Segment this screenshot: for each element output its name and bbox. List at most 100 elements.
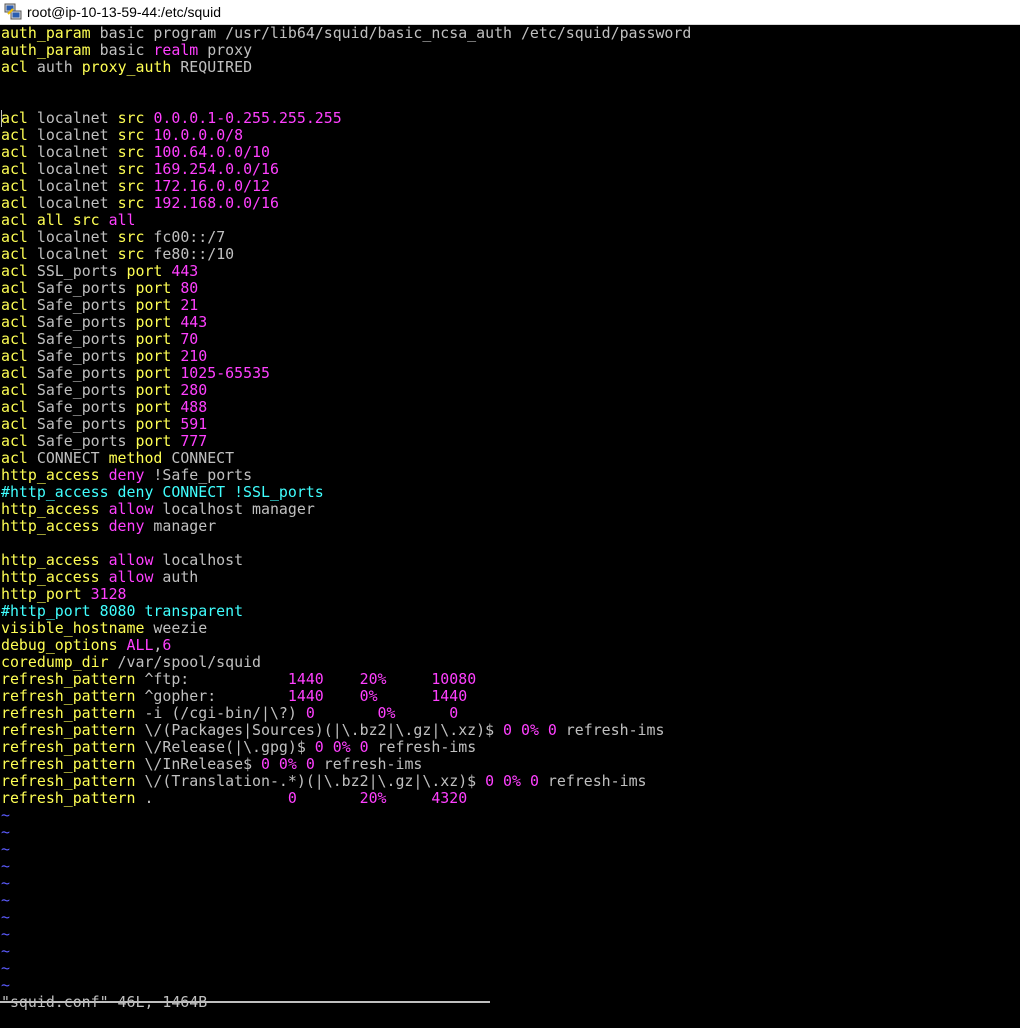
code-token: manager: [144, 517, 217, 535]
code-line: acl SSL_ports port 443: [1, 263, 1016, 280]
empty-line-tilde: ~: [1, 823, 10, 841]
code-token: refresh-ims: [368, 738, 477, 756]
code-token: 777: [180, 432, 208, 450]
code-line: debug_options ALL,6: [1, 637, 1016, 654]
code-token: port: [135, 432, 172, 450]
code-token: 0 0% 0: [305, 704, 459, 722]
code-token: Safe_ports: [27, 330, 136, 348]
code-token: 443: [171, 262, 199, 280]
code-token: src: [117, 109, 145, 127]
code-line: ~: [1, 977, 1016, 994]
code-token: port: [135, 381, 172, 399]
terminal-area[interactable]: auth_param basic program /usr/lib64/squi…: [0, 25, 1020, 1028]
code-token: localnet: [27, 194, 118, 212]
code-line: #http_port 8080 transparent: [1, 603, 1016, 620]
code-token: .: [135, 789, 288, 807]
code-line: acl Safe_ports port 280: [1, 382, 1016, 399]
code-token: #http_access deny CONNECT !SSL_ports: [1, 483, 324, 501]
code-token: deny: [108, 466, 145, 484]
code-line: acl localnet src fe80::/10: [1, 246, 1016, 263]
empty-line-tilde: ~: [1, 857, 10, 875]
empty-line-tilde: ~: [1, 959, 10, 977]
code-token: ALL: [126, 636, 154, 654]
code-line: http_access deny manager: [1, 518, 1016, 535]
code-token: localnet: [27, 177, 118, 195]
code-line: acl localnet src 169.254.0.0/16: [1, 161, 1016, 178]
file-content: auth_param basic program /usr/lib64/squi…: [1, 25, 1016, 994]
code-token: localhost manager: [153, 500, 315, 518]
code-token: deny: [108, 517, 145, 535]
code-line: ~: [1, 807, 1016, 824]
code-token: \/Release(|\.gpg)$: [135, 738, 315, 756]
code-line: acl Safe_ports port 80: [1, 280, 1016, 297]
putty-icon: [4, 3, 22, 21]
code-token: 192.168.0.0/16: [153, 194, 279, 212]
code-line: ~: [1, 960, 1016, 977]
code-token: acl: [1, 177, 28, 195]
code-token: http_access: [1, 500, 100, 518]
code-token: port: [135, 415, 172, 433]
code-token: acl: [1, 296, 28, 314]
code-token: http_access: [1, 551, 100, 569]
code-line: refresh_pattern \/Release(|\.gpg)$ 0 0% …: [1, 739, 1016, 756]
code-token: src: [117, 126, 145, 144]
code-line: visible_hostname weezie: [1, 620, 1016, 637]
code-token: src: [117, 245, 145, 263]
code-token: method: [108, 449, 163, 467]
code-token: port: [135, 296, 172, 314]
code-line: refresh_pattern -i (/cgi-bin/|\?) 0 0% 0: [1, 705, 1016, 722]
code-token: 0 20% 4320: [287, 789, 468, 807]
code-token: Safe_ports: [27, 313, 136, 331]
code-line: refresh_pattern ^gopher: 1440 0% 1440: [1, 688, 1016, 705]
code-token: REQUIRED: [171, 58, 253, 76]
code-token: localnet: [27, 126, 118, 144]
code-token: refresh_pattern: [1, 755, 136, 773]
code-line: http_access deny !Safe_ports: [1, 467, 1016, 484]
code-token: acl: [1, 126, 28, 144]
empty-line-tilde: ~: [1, 908, 10, 926]
code-line: refresh_pattern \/(Translation-.*)(|\.bz…: [1, 773, 1016, 790]
code-token: auth_param: [1, 41, 91, 59]
code-token: Safe_ports: [27, 398, 136, 416]
code-token: src: [72, 211, 100, 229]
title-bar[interactable]: root@ip-10-13-59-44:/etc/squid: [0, 0, 1020, 25]
code-token: localnet: [27, 245, 118, 263]
code-line: ~: [1, 824, 1016, 841]
code-line: acl Safe_ports port 1025-65535: [1, 365, 1016, 382]
code-token: /var/spool/squid: [108, 653, 261, 671]
code-token: Safe_ports: [27, 415, 136, 433]
code-token: realm: [153, 41, 199, 59]
code-token: acl: [1, 58, 28, 76]
code-token: 0 0% 0: [485, 772, 539, 790]
code-token: port: [135, 347, 172, 365]
code-line: http_access allow localhost: [1, 552, 1016, 569]
code-token: 591: [180, 415, 208, 433]
code-token: acl: [1, 279, 28, 297]
code-token: CONNECT: [27, 449, 109, 467]
code-line: acl auth proxy_auth REQUIRED: [1, 59, 1016, 76]
code-token: acl: [1, 364, 28, 382]
code-line: ~: [1, 892, 1016, 909]
empty-line-tilde: ~: [1, 840, 10, 858]
code-token: all: [36, 211, 64, 229]
code-token: refresh-ims: [538, 772, 647, 790]
code-token: refresh-ims: [556, 721, 665, 739]
code-token: \/(Translation-.*)(|\.bz2|\.gz|\.xz)$: [135, 772, 486, 790]
code-token: ^ftp:: [135, 670, 288, 688]
code-token: basic program /usr/lib64/squid/basic_ncs…: [90, 25, 692, 42]
code-token: refresh_pattern: [1, 789, 136, 807]
code-token: 1440 20% 10080: [287, 670, 477, 688]
code-token: localnet: [27, 228, 118, 246]
code-token: refresh_pattern: [1, 772, 136, 790]
